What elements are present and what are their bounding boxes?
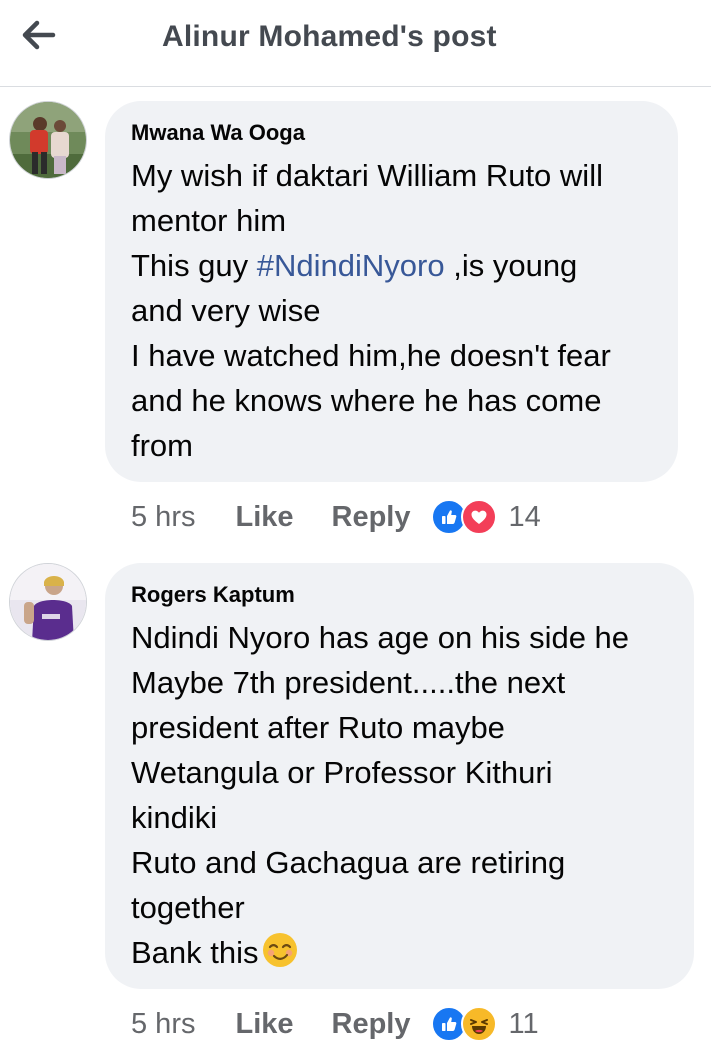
reaction-summary[interactable]: 14 [430, 499, 541, 535]
user-avatar-icon [10, 564, 86, 640]
comment-line: and very wise [131, 293, 321, 328]
reaction-summary[interactable]: 11 [430, 1006, 539, 1042]
smirk-emoji-icon [261, 931, 299, 981]
comment-actions: 5 hrs Like Reply 14 [131, 497, 541, 537]
hashtag-link[interactable]: #NdindiNyoro [257, 248, 445, 283]
avatar[interactable] [9, 101, 87, 179]
comment-line: My wish if daktari William Ruto will [131, 158, 603, 193]
avatar[interactable] [9, 563, 87, 641]
comment-bubble: Rogers Kaptum Ndindi Nyoro has age on hi… [105, 563, 694, 989]
comment-body: Ndindi Nyoro has age on his side he Mayb… [131, 615, 668, 981]
comment-line: Ruto and Gachagua are retiring [131, 845, 566, 880]
comment-line: Ndindi Nyoro has age on his side he [131, 620, 630, 655]
reaction-count: 11 [508, 1007, 539, 1040]
comment-line-text: Bank this [131, 935, 259, 970]
comment-line: mentor him [131, 203, 287, 238]
like-button[interactable]: Like [235, 501, 293, 534]
comment-line: Maybe 7th president.....the next [131, 665, 566, 700]
love-reaction-icon [460, 499, 497, 535]
comment-timestamp[interactable]: 5 hrs [131, 501, 195, 534]
comment-timestamp[interactable]: 5 hrs [131, 1008, 195, 1041]
reaction-count: 14 [508, 500, 541, 533]
comment-line-text: ,is young [444, 248, 578, 283]
comment-line: This guy #NdindiNyoro ,is young [131, 243, 652, 288]
user-avatar-icon [10, 102, 86, 178]
comment-line: together [131, 890, 245, 925]
comment-line: I have watched him,he doesn't fear [131, 338, 611, 373]
comment-body: My wish if daktari William Ruto will men… [131, 153, 652, 468]
comment-line-text: This guy [131, 248, 257, 283]
reply-button[interactable]: Reply [332, 501, 411, 534]
back-button[interactable] [14, 12, 64, 58]
comment-line: Wetangula or Professor Kithuri [131, 755, 553, 790]
comment-bubble: Mwana Wa Ooga My wish if daktari William… [105, 101, 678, 482]
comment-line: and he knows where he has come [131, 383, 602, 418]
page-title: Alinur Mohamed's post [162, 20, 497, 53]
reply-button[interactable]: Reply [332, 1008, 411, 1041]
comment-line: kindiki [131, 800, 218, 835]
comment-line: from [131, 428, 193, 463]
like-button[interactable]: Like [235, 1008, 293, 1041]
haha-reaction-icon [460, 1006, 497, 1042]
comment-actions: 5 hrs Like Reply 11 [131, 1004, 539, 1044]
comment-author[interactable]: Rogers Kaptum [131, 581, 668, 609]
arrow-left-icon [22, 20, 56, 50]
post-header: Alinur Mohamed's post [0, 0, 711, 87]
comment-author[interactable]: Mwana Wa Ooga [131, 119, 652, 147]
comment-line: president after Ruto maybe [131, 710, 505, 745]
comment-line: Bank this [131, 930, 668, 981]
